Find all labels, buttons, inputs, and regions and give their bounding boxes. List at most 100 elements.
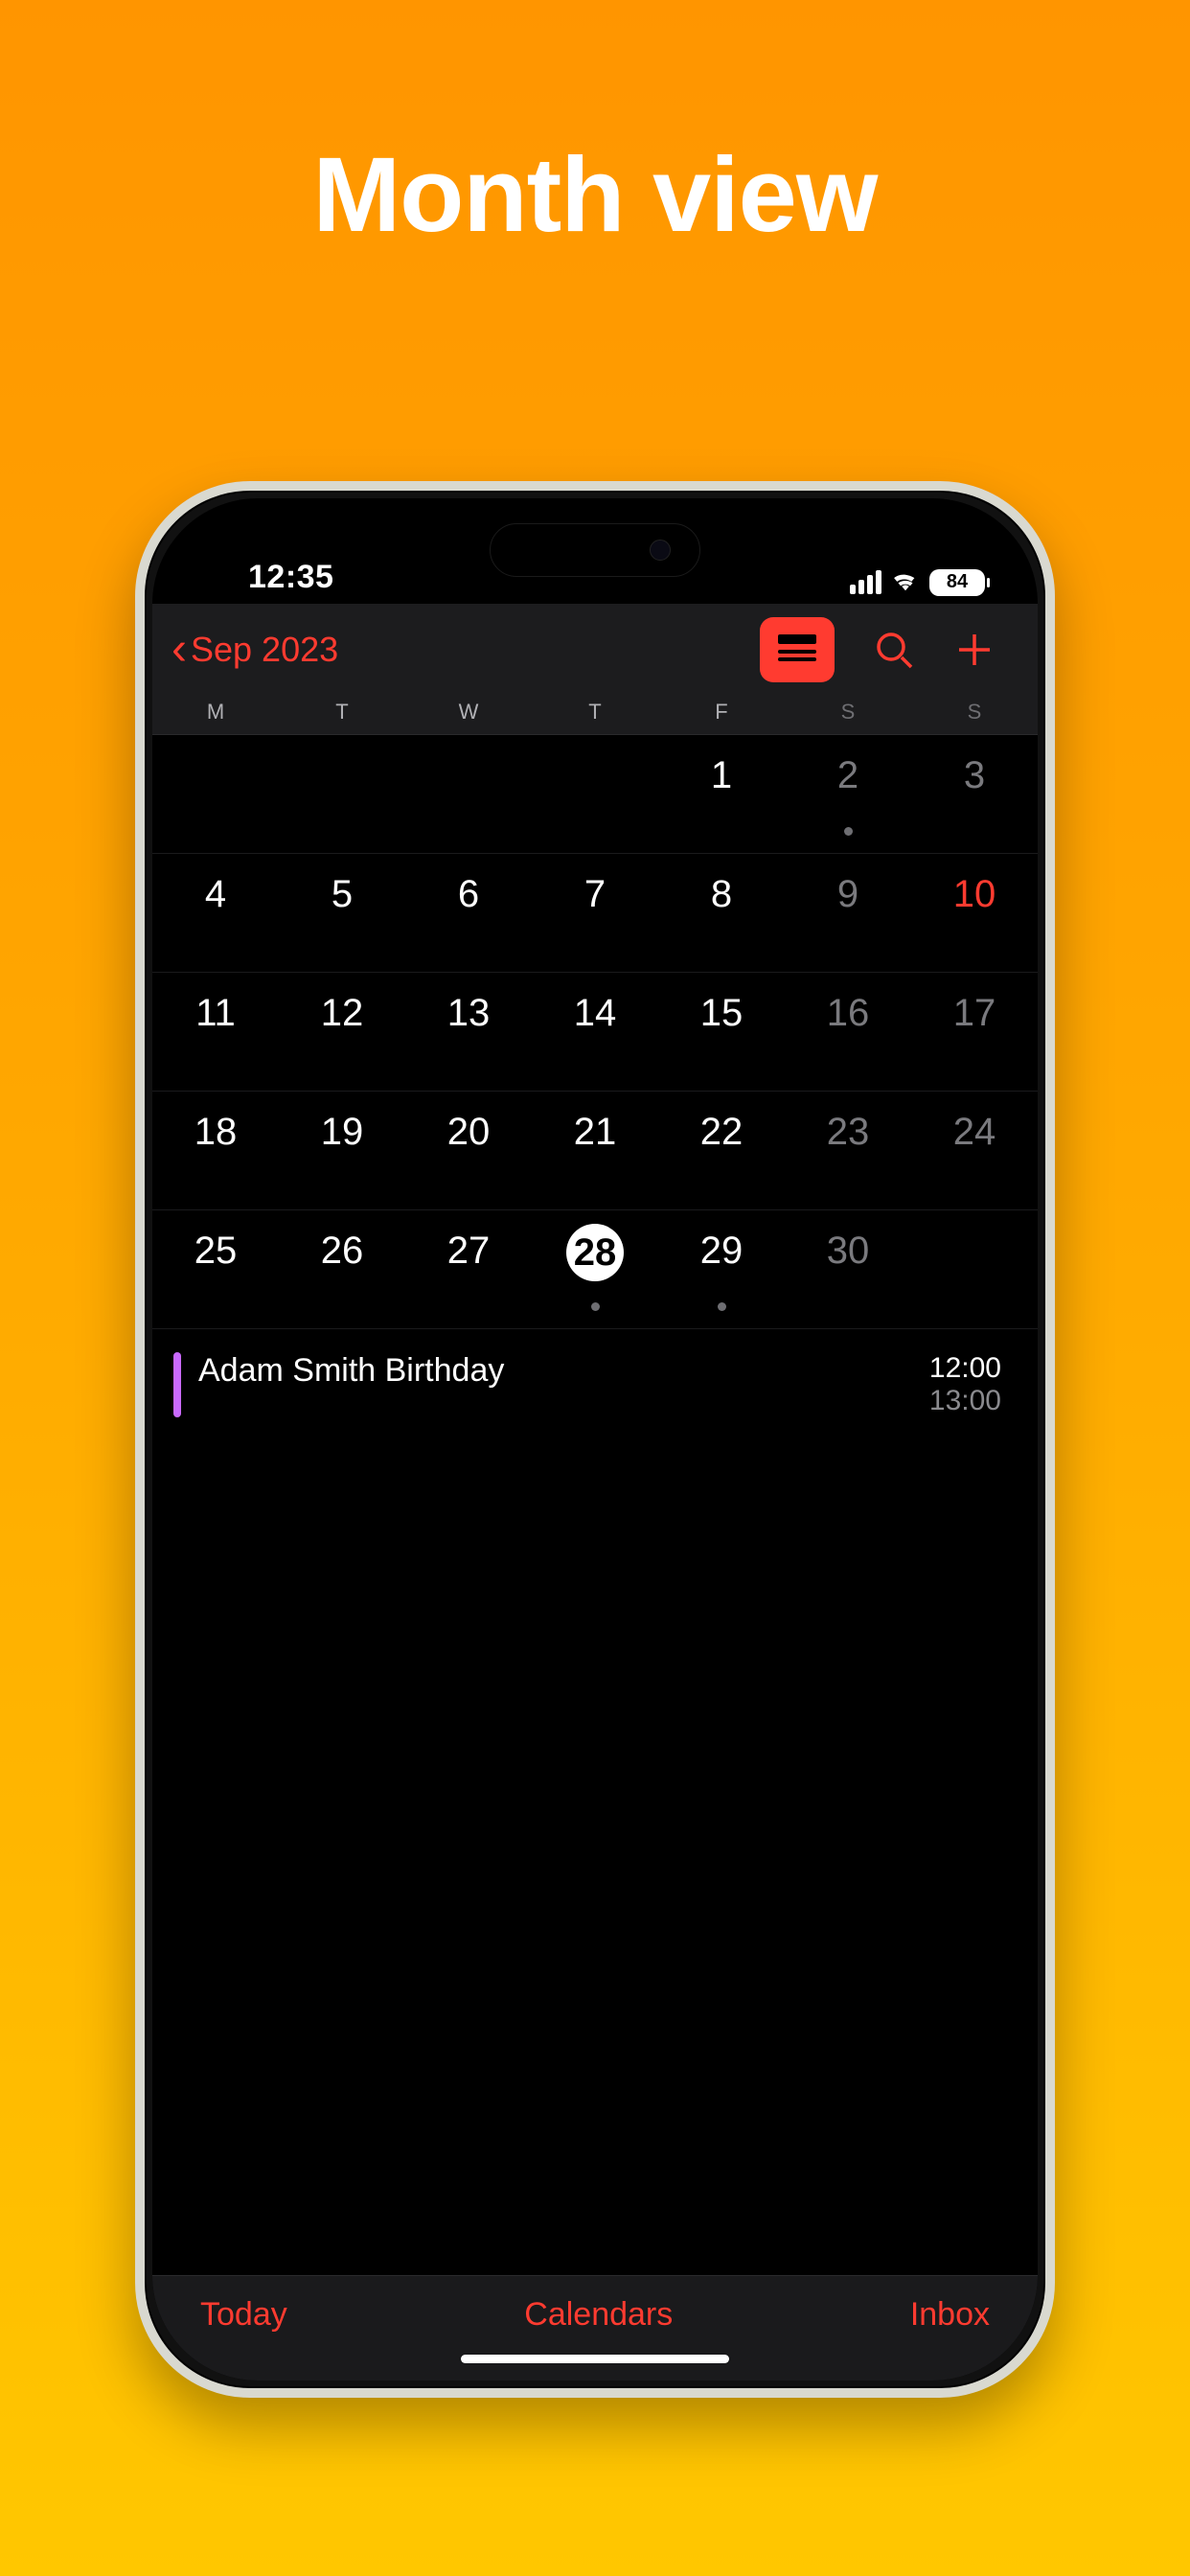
day-cell[interactable]: 21: [532, 1092, 658, 1210]
plus-icon: [953, 629, 995, 671]
inbox-button[interactable]: Inbox: [910, 2296, 990, 2334]
day-cell[interactable]: 19: [279, 1092, 405, 1210]
day-cell[interactable]: 17: [911, 973, 1038, 1092]
day-number: 12: [321, 992, 364, 1035]
chevron-left-icon: ‹: [172, 627, 187, 673]
month-grid: 1234567891011121314151617181920212223242…: [152, 735, 1038, 1329]
day-number: 13: [447, 992, 491, 1035]
day-cell[interactable]: 28: [532, 1210, 658, 1329]
weekday-label: M: [152, 700, 279, 724]
day-cell[interactable]: 5: [279, 854, 405, 973]
search-button[interactable]: [873, 629, 915, 671]
event-color-bar: [173, 1352, 181, 1417]
day-number: 18: [195, 1111, 238, 1154]
day-cell: [405, 735, 532, 854]
search-icon: [873, 629, 915, 671]
bottom-toolbar: Today Calendars Inbox: [152, 2275, 1038, 2380]
day-cell[interactable]: 25: [152, 1210, 279, 1329]
day-number: 25: [195, 1230, 238, 1273]
event-times: 12:0013:00: [929, 1352, 1001, 1417]
event-start-time: 12:00: [929, 1352, 1001, 1385]
day-cell: [911, 1210, 1038, 1329]
weekday-label: W: [405, 700, 532, 724]
day-cell[interactable]: 7: [532, 854, 658, 973]
event-row[interactable]: Adam Smith Birthday12:0013:00: [152, 1329, 1038, 1440]
day-cell[interactable]: 27: [405, 1210, 532, 1329]
day-cell: [532, 735, 658, 854]
day-cell[interactable]: 23: [785, 1092, 911, 1210]
day-number: 22: [700, 1111, 744, 1154]
day-number: 27: [447, 1230, 491, 1273]
event-end-time: 13:00: [929, 1385, 1001, 1417]
nav-month-label: Sep 2023: [191, 630, 338, 670]
list-view-toggle[interactable]: [760, 617, 835, 682]
weekday-label: F: [658, 700, 785, 724]
phone-frame: 12:35 84 ‹ Sep 2023: [135, 481, 1055, 2398]
day-number: 2: [837, 754, 858, 797]
wifi-icon: [891, 568, 920, 596]
day-cell[interactable]: 3: [911, 735, 1038, 854]
day-cell[interactable]: 12: [279, 973, 405, 1092]
day-number: 14: [574, 992, 617, 1035]
day-cell[interactable]: 16: [785, 973, 911, 1092]
day-cell[interactable]: 10: [911, 854, 1038, 973]
day-number: 21: [574, 1111, 617, 1154]
day-cell[interactable]: 4: [152, 854, 279, 973]
event-dot-icon: [844, 827, 853, 836]
day-number: 23: [827, 1111, 870, 1154]
weekday-label: S: [785, 700, 911, 724]
day-number: 1: [711, 754, 732, 797]
day-cell[interactable]: 11: [152, 973, 279, 1092]
calendars-button[interactable]: Calendars: [524, 2296, 673, 2334]
day-number: 17: [953, 992, 996, 1035]
day-cell[interactable]: 22: [658, 1092, 785, 1210]
day-cell[interactable]: 14: [532, 973, 658, 1092]
event-dot-icon: [718, 1302, 726, 1311]
nav-bar: ‹ Sep 2023: [152, 604, 1038, 696]
weekday-label: T: [532, 700, 658, 724]
day-number: 19: [321, 1111, 364, 1154]
day-number: 30: [827, 1230, 870, 1273]
day-number: 16: [827, 992, 870, 1035]
dynamic-island: [490, 523, 700, 577]
battery-icon: 84: [929, 569, 985, 596]
day-cell[interactable]: 2: [785, 735, 911, 854]
day-cell[interactable]: 1: [658, 735, 785, 854]
day-cell[interactable]: 13: [405, 973, 532, 1092]
day-number: 29: [700, 1230, 744, 1273]
back-button[interactable]: ‹ Sep 2023: [152, 627, 338, 673]
day-number: 6: [458, 873, 479, 916]
day-cell[interactable]: 18: [152, 1092, 279, 1210]
hero-title: Month view: [313, 134, 878, 256]
day-cell[interactable]: 6: [405, 854, 532, 973]
day-number: 26: [321, 1230, 364, 1273]
day-number: 20: [447, 1111, 491, 1154]
day-number: 8: [711, 873, 732, 916]
day-number: 3: [964, 754, 985, 797]
day-number: 7: [584, 873, 606, 916]
today-button[interactable]: Today: [200, 2296, 287, 2334]
day-cell[interactable]: 29: [658, 1210, 785, 1329]
day-cell[interactable]: 8: [658, 854, 785, 973]
weekday-label: S: [911, 700, 1038, 724]
day-number: 24: [953, 1111, 996, 1154]
day-cell[interactable]: 9: [785, 854, 911, 973]
day-cell[interactable]: 26: [279, 1210, 405, 1329]
day-number: 11: [195, 992, 236, 1035]
add-button[interactable]: [953, 629, 995, 671]
event-title: Adam Smith Birthday: [198, 1352, 929, 1390]
event-list: Adam Smith Birthday12:0013:00: [152, 1329, 1038, 2275]
cellular-icon: [850, 570, 881, 594]
day-number: 9: [837, 873, 858, 916]
day-number: 15: [700, 992, 744, 1035]
screen: 12:35 84 ‹ Sep 2023: [152, 498, 1038, 2380]
day-cell[interactable]: 24: [911, 1092, 1038, 1210]
home-indicator[interactable]: [461, 2355, 729, 2363]
day-number: 28: [566, 1224, 624, 1281]
camera-icon: [650, 540, 671, 561]
day-cell[interactable]: 15: [658, 973, 785, 1092]
day-cell: [152, 735, 279, 854]
day-cell: [279, 735, 405, 854]
day-cell[interactable]: 20: [405, 1092, 532, 1210]
day-cell[interactable]: 30: [785, 1210, 911, 1329]
